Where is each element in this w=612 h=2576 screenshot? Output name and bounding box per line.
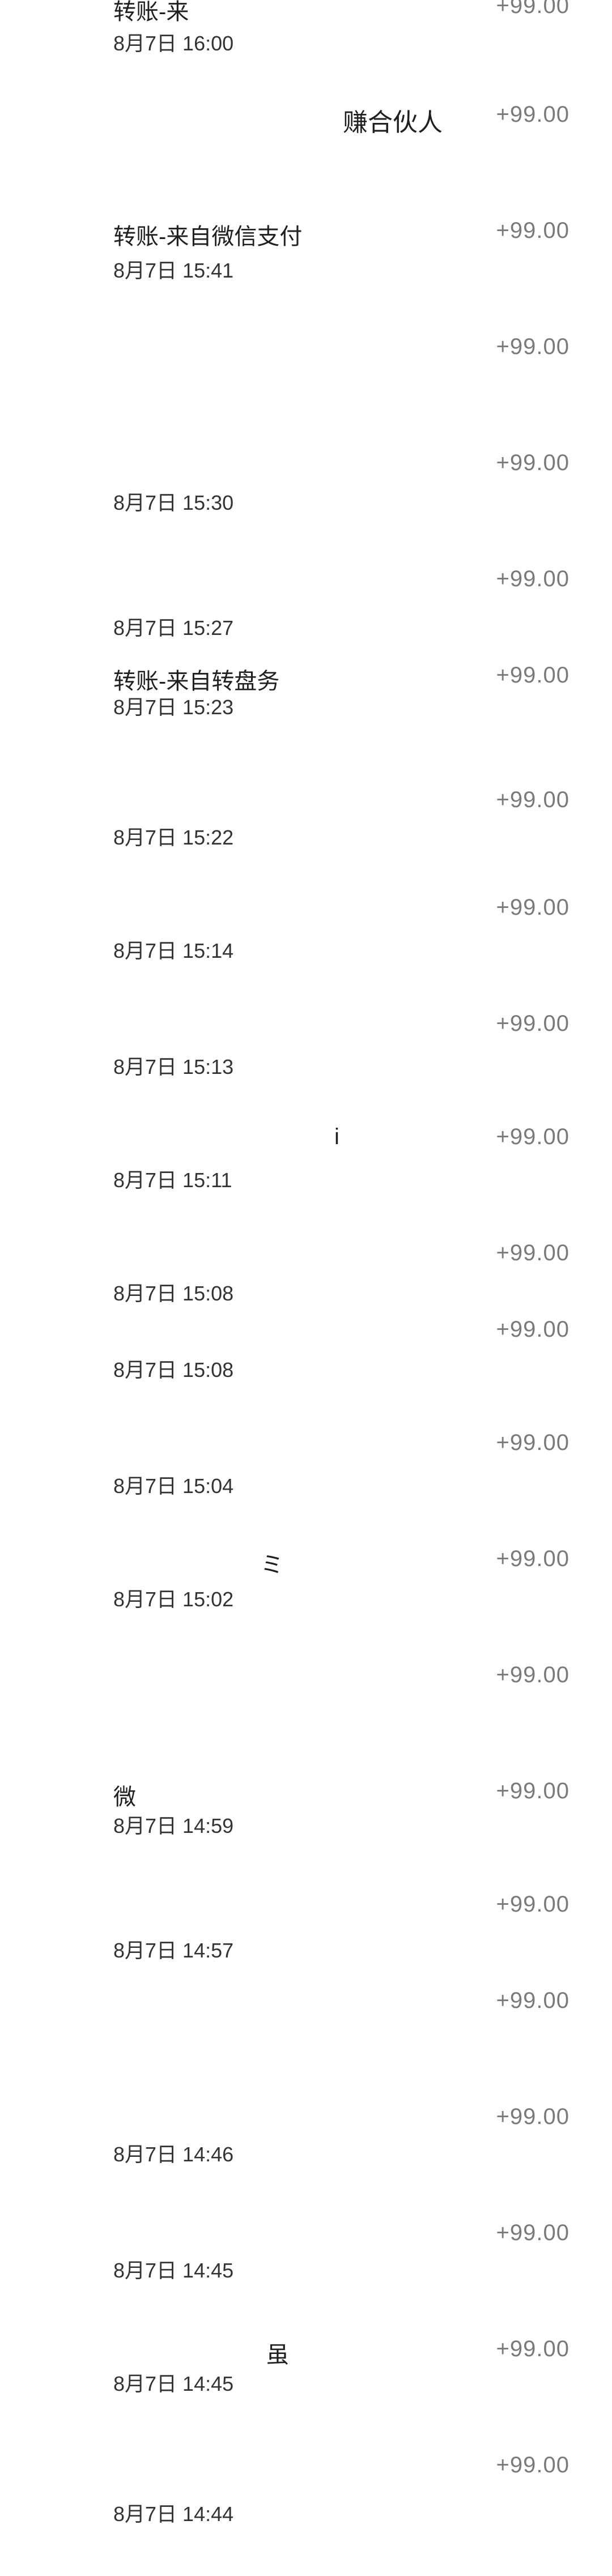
transaction-date: 8月7日 14:44 — [113, 2502, 234, 2526]
transaction-row[interactable]: 8月7日 14:44 +99.00 — [0, 2453, 612, 2566]
transaction-row[interactable]: i 8月7日 15:11 +99.00 — [0, 1124, 612, 1238]
transaction-date: 8月7日 15:08 — [113, 1358, 234, 1381]
transaction-title: ミ — [261, 1553, 283, 1577]
transaction-date: 8月7日 15:13 — [113, 1055, 234, 1078]
transaction-title: 转账-来 — [113, 0, 189, 24]
transaction-row[interactable]: 虽 8月7日 14:45 +99.00 — [0, 2336, 612, 2450]
transaction-row[interactable]: 转账-来 8月7日 16:00 +99.00 — [0, 0, 612, 113]
transaction-row[interactable]: 8月7日 15:30 +99.00 — [0, 450, 612, 564]
transaction-amount: +99.00 — [496, 1011, 570, 1036]
transaction-date: 8月7日 15:22 — [113, 826, 234, 849]
transaction-amount: +99.00 — [496, 895, 570, 920]
transaction-row[interactable]: 8月7日 15:08 +99.00 — [0, 1317, 612, 1430]
transaction-amount: +99.00 — [496, 334, 570, 359]
transaction-title: 转账-来自微信支付 — [113, 224, 303, 249]
transaction-row[interactable]: 8月7日 15:14 +99.00 — [0, 895, 612, 1008]
transaction-amount: +99.00 — [496, 787, 570, 812]
transaction-row[interactable]: 8月7日 15:13 +99.00 — [0, 1011, 612, 1124]
transaction-row[interactable]: 8月7日 14:46 +99.00 — [0, 2104, 612, 2217]
transaction-title: 微 — [113, 1785, 136, 1810]
transaction-date: 8月7日 15:11 — [113, 1168, 232, 1192]
transaction-row[interactable]: 转账-来自微信支付 8月7日 15:41 +99.00 — [0, 218, 612, 331]
transaction-date: 8月7日 15:14 — [113, 939, 234, 962]
transaction-amount: +99.00 — [496, 1430, 570, 1455]
transaction-list: 转账-来 8月7日 16:00 +99.00 赚合伙人 +99.00 转账-来自… — [0, 0, 612, 2576]
transaction-date: 8月7日 14:57 — [113, 1939, 234, 1962]
transaction-amount: +99.00 — [496, 450, 570, 475]
transaction-row[interactable]: +99.00 — [0, 1988, 612, 2101]
transaction-amount: +99.00 — [496, 1662, 570, 1687]
transaction-date: 8月7日 15:30 — [113, 491, 234, 514]
transaction-date: 8月7日 15:08 — [113, 1282, 234, 1305]
transaction-title: i — [334, 1124, 339, 1149]
transaction-title: 虽 — [266, 2343, 289, 2368]
transaction-row[interactable]: 8月7日 14:45 +99.00 — [0, 2220, 612, 2334]
transaction-amount: +99.00 — [496, 566, 570, 591]
transaction-amount: +99.00 — [496, 1892, 570, 1917]
transaction-title: 赚合伙人 — [343, 109, 443, 137]
transaction-date: 8月7日 15:04 — [113, 1474, 234, 1498]
transaction-row[interactable]: 8月7日 15:04 +99.00 — [0, 1430, 612, 1543]
transaction-row[interactable]: 赚合伙人 +99.00 — [0, 102, 612, 215]
transaction-amount: +99.00 — [496, 1124, 570, 1149]
transaction-amount: +99.00 — [496, 0, 570, 18]
transaction-row[interactable]: +99.00 — [0, 334, 612, 447]
transaction-date: 8月7日 14:59 — [113, 1814, 234, 1837]
transaction-amount: +99.00 — [496, 2104, 570, 2129]
transaction-row[interactable]: 转账-来自转盘务 8月7日 15:23 +99.00 — [0, 663, 612, 776]
transaction-amount: +99.00 — [496, 102, 570, 127]
transaction-date: 8月7日 14:46 — [113, 2143, 234, 2166]
transaction-amount: +99.00 — [496, 1546, 570, 1571]
transaction-amount: +99.00 — [496, 1779, 570, 1803]
transaction-row[interactable]: 微 8月7日 14:59 +99.00 — [0, 1779, 612, 1892]
transaction-amount: +99.00 — [496, 2220, 570, 2245]
transaction-row[interactable]: 8月7日 15:22 +99.00 — [0, 787, 612, 901]
transaction-date: 8月7日 15:23 — [113, 696, 234, 719]
transaction-date: 8月7日 15:41 — [113, 259, 234, 282]
transaction-amount: +99.00 — [496, 2336, 570, 2361]
transaction-amount: +99.00 — [496, 1240, 570, 1265]
transaction-amount: +99.00 — [496, 663, 570, 688]
transaction-date: 8月7日 14:45 — [113, 2259, 234, 2282]
transaction-date: 8月7日 15:27 — [113, 616, 234, 639]
transaction-row[interactable]: +99.00 — [0, 1662, 612, 1776]
transaction-date: 8月7日 16:00 — [113, 32, 234, 55]
transaction-amount: +99.00 — [496, 1317, 570, 1342]
transaction-row[interactable]: ミ 8月7日 15:02 +99.00 — [0, 1546, 612, 1660]
transaction-date: 8月7日 14:45 — [113, 2372, 234, 2395]
transaction-amount: +99.00 — [496, 2453, 570, 2477]
transaction-amount: +99.00 — [496, 1988, 570, 2013]
transaction-amount: +99.00 — [496, 218, 570, 243]
transaction-date: 8月7日 15:02 — [113, 1588, 234, 1611]
